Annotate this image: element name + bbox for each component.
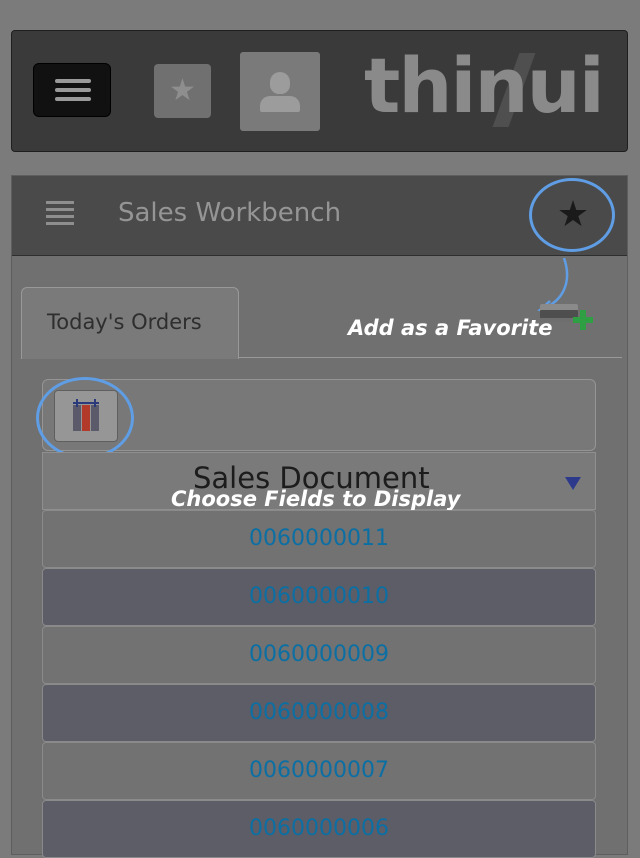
tab-label: Today's Orders: [47, 310, 202, 334]
sales-workbench-panel: Sales Workbench ★ Add as a Favorite Toda…: [11, 175, 628, 858]
table-row[interactable]: 0060000008: [42, 684, 596, 742]
table-row[interactable]: 0060000006: [42, 800, 596, 858]
main-menu-button[interactable]: [33, 63, 111, 117]
user-icon: [270, 72, 290, 94]
table-row[interactable]: 0060000011: [42, 510, 596, 568]
star-icon: ★: [169, 73, 196, 108]
table-row[interactable]: 0060000010: [42, 568, 596, 626]
highlight-circle-fields: [36, 377, 134, 459]
user-profile-button[interactable]: [240, 52, 320, 131]
annotation-add-favorite: Add as a Favorite: [348, 316, 553, 340]
tab-divider: [238, 357, 622, 358]
favorites-button[interactable]: ★: [154, 64, 211, 118]
app-logo: thinui: [364, 41, 605, 130]
annotation-choose-fields: Choose Fields to Display: [171, 487, 461, 511]
tab-todays-orders[interactable]: Today's Orders: [21, 287, 239, 359]
app-header: ★ thinui: [11, 30, 628, 152]
table-row[interactable]: 0060000007: [42, 742, 596, 800]
table-row[interactable]: 0060000009: [42, 626, 596, 684]
caret-down-icon[interactable]: [565, 477, 581, 490]
hamburger-icon: [55, 79, 91, 83]
